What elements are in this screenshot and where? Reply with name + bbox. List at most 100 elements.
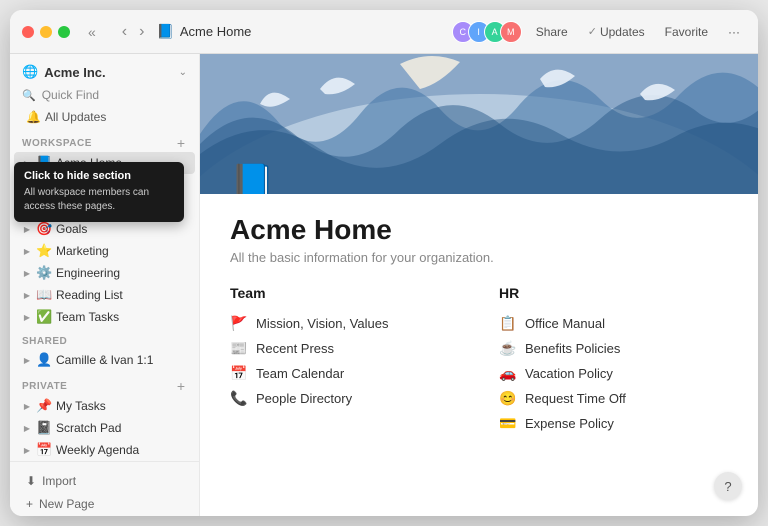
item-label: People Directory: [256, 391, 352, 406]
help-button[interactable]: ?: [714, 472, 742, 500]
item-icon: 📌: [36, 398, 52, 414]
title-text: Acme Home: [180, 24, 252, 39]
expand-icon: ▶: [22, 224, 32, 234]
item-icon: 💳: [499, 415, 517, 432]
sidebar-header: 🌐 Acme Inc. ⌄: [10, 54, 199, 84]
item-label: Benefits Policies: [525, 341, 620, 356]
sidebar-item-marketing[interactable]: ▶ ⭐ Marketing: [14, 240, 195, 262]
add-private-page-button[interactable]: +: [175, 379, 187, 393]
item-icon: 📋: [499, 315, 517, 332]
new-page-button[interactable]: + New Page: [22, 492, 187, 516]
avatar-group: C I A M: [452, 21, 522, 43]
search-label: Quick Find: [42, 88, 99, 102]
nav-buttons: ‹ ›: [118, 21, 149, 43]
item-label: Marketing: [56, 244, 187, 258]
hr-item-expense-policy[interactable]: 💳 Expense Policy: [499, 411, 728, 436]
hr-column: HR 📋 Office Manual ☕ Benefits Policies 🚗…: [499, 285, 728, 436]
item-icon: 📞: [230, 390, 248, 407]
avatar: M: [500, 21, 522, 43]
page-title: Acme Home: [230, 214, 728, 246]
traffic-lights: [22, 26, 70, 38]
item-icon: ✅: [36, 309, 52, 325]
item-label: Camille & Ivan 1:1: [56, 353, 187, 367]
item-icon: 😊: [499, 390, 517, 407]
expand-icon: ▶: [22, 246, 32, 256]
hr-item-vacation-policy[interactable]: 🚗 Vacation Policy: [499, 361, 728, 386]
team-item-mission,-vision,-values[interactable]: 🚩 Mission, Vision, Values: [230, 311, 459, 336]
item-icon: 📅: [36, 442, 52, 458]
item-icon: ⚙️: [36, 265, 52, 281]
team-header: Team: [230, 285, 459, 301]
item-label: Weekly Agenda: [56, 443, 187, 457]
all-updates-icon: 🔔: [26, 110, 41, 124]
app-window: « ‹ › 📘 Acme Home C I A M Share ✓ Update…: [10, 10, 758, 516]
item-icon: 📖: [36, 287, 52, 303]
checkmark-icon: ✓: [588, 25, 597, 38]
item-label: My Tasks: [56, 399, 187, 413]
item-label: Mission, Vision, Values: [256, 316, 388, 331]
team-item-recent-press[interactable]: 📰 Recent Press: [230, 336, 459, 361]
team-item-people-directory[interactable]: 📞 People Directory: [230, 386, 459, 411]
private-section-label: PRIVATE +: [10, 371, 199, 395]
content-columns: Team 🚩 Mission, Vision, Values 📰 Recent …: [230, 285, 728, 436]
add-workspace-page-button[interactable]: +: [175, 136, 187, 150]
workspace-chevron-icon: ⌄: [179, 67, 187, 78]
shared-nav: ▶ 👤 Camille & Ivan 1:1: [10, 349, 199, 371]
search-icon: 🔍: [22, 89, 36, 102]
updates-button[interactable]: ✓ Updates: [582, 22, 651, 42]
shared-item-camille-&-ivan-1:1[interactable]: ▶ 👤 Camille & Ivan 1:1: [14, 349, 195, 371]
item-icon: 🎯: [36, 221, 52, 237]
favorite-button[interactable]: Favorite: [659, 22, 714, 42]
item-label: Vacation Policy: [525, 366, 613, 381]
item-label: Expense Policy: [525, 416, 614, 431]
item-icon: 📅: [230, 365, 248, 382]
item-label: Office Manual: [525, 316, 605, 331]
sidebar-item-reading-list[interactable]: ▶ 📖 Reading List: [14, 284, 195, 306]
item-label: Scratch Pad: [56, 421, 187, 435]
sidebar-footer: ⬇ Import + New Page: [10, 461, 199, 516]
item-icon: 📓: [36, 420, 52, 436]
sidebar-item-team-tasks[interactable]: ▶ ✅ Team Tasks: [14, 306, 195, 328]
private-nav: ▶ 📌 My Tasks ▶ 📓 Scratch Pad ▶ 📅 Weekly …: [10, 395, 199, 461]
item-icon: ☕: [499, 340, 517, 357]
plus-icon: +: [26, 497, 33, 511]
content-area: 📘 Acme Home All the basic information fo…: [200, 54, 758, 466]
item-label: Recent Press: [256, 341, 334, 356]
item-icon: 📰: [230, 340, 248, 357]
hr-items: 📋 Office Manual ☕ Benefits Policies 🚗 Va…: [499, 311, 728, 436]
content-body: Acme Home All the basic information for …: [200, 194, 758, 466]
workspace-section-label: WORKSPACE +: [10, 128, 199, 152]
import-button[interactable]: ⬇ Import: [22, 470, 187, 492]
minimize-button[interactable]: [40, 26, 52, 38]
titlebar-actions: C I A M Share ✓ Updates Favorite ···: [452, 21, 746, 43]
close-button[interactable]: [22, 26, 34, 38]
item-icon: ⭐: [36, 243, 52, 259]
quick-find[interactable]: 🔍 Quick Find: [10, 84, 199, 106]
content-wrapper: 📘 Acme Home All the basic information fo…: [200, 54, 758, 516]
all-updates-item[interactable]: 🔔 All Updates: [14, 106, 195, 128]
share-button[interactable]: Share: [530, 22, 574, 42]
item-label: Goals: [56, 222, 187, 236]
back-button[interactable]: ‹: [118, 21, 131, 43]
collapse-sidebar-button[interactable]: «: [82, 22, 102, 42]
hr-item-benefits-policies[interactable]: ☕ Benefits Policies: [499, 336, 728, 361]
maximize-button[interactable]: [58, 26, 70, 38]
forward-button[interactable]: ›: [135, 21, 148, 43]
hero-image: 📘: [200, 54, 758, 194]
private-item-my-tasks[interactable]: ▶ 📌 My Tasks: [14, 395, 195, 417]
tooltip-body: All workspace members can access these p…: [24, 186, 174, 214]
page-title-bar: 📘 Acme Home: [156, 23, 251, 40]
tooltip: Click to hide section All workspace memb…: [14, 162, 184, 222]
sidebar-item-engineering[interactable]: ▶ ⚙️ Engineering: [14, 262, 195, 284]
private-item-scratch-pad[interactable]: ▶ 📓 Scratch Pad: [14, 417, 195, 439]
more-button[interactable]: ···: [722, 22, 746, 42]
titlebar: « ‹ › 📘 Acme Home C I A M Share ✓ Update…: [10, 10, 758, 54]
team-item-team-calendar[interactable]: 📅 Team Calendar: [230, 361, 459, 386]
expand-icon: ▶: [22, 423, 32, 433]
tooltip-title: Click to hide section: [24, 170, 174, 182]
private-item-weekly-agenda[interactable]: ▶ 📅 Weekly Agenda: [14, 439, 195, 461]
hr-item-office-manual[interactable]: 📋 Office Manual: [499, 311, 728, 336]
team-column: Team 🚩 Mission, Vision, Values 📰 Recent …: [230, 285, 459, 436]
hr-item-request-time-off[interactable]: 😊 Request Time Off: [499, 386, 728, 411]
expand-icon: ▶: [22, 268, 32, 278]
